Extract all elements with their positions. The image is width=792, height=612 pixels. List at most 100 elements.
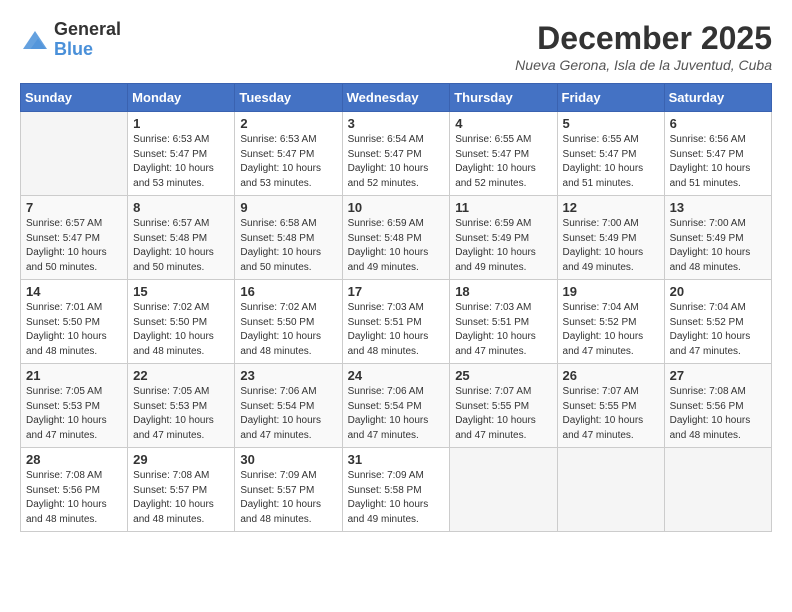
day-number: 7 xyxy=(26,200,122,215)
day-info: Sunrise: 7:03 AM Sunset: 5:51 PM Dayligh… xyxy=(348,301,445,359)
calendar-cell xyxy=(21,112,128,196)
calendar-cell: 13 Sunrise: 7:00 AM Sunset: 5:49 PM Dayli… xyxy=(664,196,771,280)
day-number: 3 xyxy=(348,116,445,131)
day-number: 22 xyxy=(133,368,229,383)
day-info: Sunrise: 7:02 AM Sunset: 5:50 PM Dayligh… xyxy=(133,301,229,359)
day-info: Sunrise: 6:55 AM Sunset: 5:47 PM Dayligh… xyxy=(455,133,551,191)
calendar-cell: 17 Sunrise: 7:03 AM Sunset: 5:51 PM Dayli… xyxy=(342,280,450,364)
day-info: Sunrise: 7:02 AM Sunset: 5:50 PM Dayligh… xyxy=(240,301,336,359)
day-number: 13 xyxy=(670,200,766,215)
weekday-monday: Monday xyxy=(128,84,235,112)
weekday-sunday: Sunday xyxy=(21,84,128,112)
day-info: Sunrise: 7:05 AM Sunset: 5:53 PM Dayligh… xyxy=(26,385,122,443)
location: Nueva Gerona, Isla de la Juventud, Cuba xyxy=(515,57,772,73)
calendar-cell: 14Sunrise: 7:01 AM Sunset: 5:50 PM Dayli… xyxy=(21,280,128,364)
day-number: 20 xyxy=(670,284,766,299)
week-row-4: 21 Sunrise: 7:05 AM Sunset: 5:53 PM Dayli… xyxy=(21,364,772,448)
week-row-2: 7 Sunrise: 6:57 AM Sunset: 5:47 PM Daylig… xyxy=(21,196,772,280)
calendar-cell: 24Sunrise: 7:06 AM Sunset: 5:54 PM Dayli… xyxy=(342,364,450,448)
day-info: Sunrise: 7:07 AM Sunset: 5:55 PM Dayligh… xyxy=(455,385,551,443)
weekday-tuesday: Tuesday xyxy=(235,84,342,112)
calendar-cell: 21 Sunrise: 7:05 AM Sunset: 5:53 PM Dayli… xyxy=(21,364,128,448)
weekday-saturday: Saturday xyxy=(664,84,771,112)
day-info: Sunrise: 7:08 AM Sunset: 5:57 PM Dayligh… xyxy=(133,469,229,527)
calendar-cell: 25 Sunrise: 7:07 AM Sunset: 5:55 PM Dayli… xyxy=(450,364,557,448)
calendar-table: SundayMondayTuesdayWednesdayThursdayFrid… xyxy=(20,83,772,532)
logo-icon xyxy=(20,25,50,55)
logo-blue: Blue xyxy=(54,40,121,60)
calendar-cell: 18 Sunrise: 7:03 AM Sunset: 5:51 PM Dayli… xyxy=(450,280,557,364)
day-info: Sunrise: 7:00 AM Sunset: 5:49 PM Dayligh… xyxy=(670,217,766,275)
day-info: Sunrise: 6:56 AM Sunset: 5:47 PM Dayligh… xyxy=(670,133,766,191)
day-number: 9 xyxy=(240,200,336,215)
calendar-cell: 2 Sunrise: 6:53 AM Sunset: 5:47 PM Daylig… xyxy=(235,112,342,196)
day-number: 10 xyxy=(348,200,445,215)
month-title: December 2025 xyxy=(515,20,772,57)
day-info: Sunrise: 6:58 AM Sunset: 5:48 PM Dayligh… xyxy=(240,217,336,275)
calendar-cell: 28 Sunrise: 7:08 AM Sunset: 5:56 PM Dayli… xyxy=(21,448,128,532)
calendar-cell: 10Sunrise: 6:59 AM Sunset: 5:48 PM Dayli… xyxy=(342,196,450,280)
weekday-wednesday: Wednesday xyxy=(342,84,450,112)
day-number: 5 xyxy=(563,116,659,131)
day-number: 31 xyxy=(348,452,445,467)
day-info: Sunrise: 6:57 AM Sunset: 5:47 PM Dayligh… xyxy=(26,217,122,275)
page-header: General Blue December 2025 Nueva Gerona,… xyxy=(20,20,772,73)
day-number: 2 xyxy=(240,116,336,131)
calendar-cell: 22 Sunrise: 7:05 AM Sunset: 5:53 PM Dayli… xyxy=(128,364,235,448)
day-info: Sunrise: 6:55 AM Sunset: 5:47 PM Dayligh… xyxy=(563,133,659,191)
calendar-cell xyxy=(664,448,771,532)
day-number: 28 xyxy=(26,452,122,467)
day-number: 16 xyxy=(240,284,336,299)
week-row-1: 1 Sunrise: 6:53 AM Sunset: 5:47 PM Daylig… xyxy=(21,112,772,196)
day-info: Sunrise: 6:59 AM Sunset: 5:49 PM Dayligh… xyxy=(455,217,551,275)
calendar-cell: 5 Sunrise: 6:55 AM Sunset: 5:47 PM Daylig… xyxy=(557,112,664,196)
day-info: Sunrise: 7:06 AM Sunset: 5:54 PM Dayligh… xyxy=(240,385,336,443)
day-info: Sunrise: 7:07 AM Sunset: 5:55 PM Dayligh… xyxy=(563,385,659,443)
calendar-cell xyxy=(450,448,557,532)
logo-text: General Blue xyxy=(54,20,121,60)
logo: General Blue xyxy=(20,20,121,60)
day-number: 21 xyxy=(26,368,122,383)
calendar-cell: 30 Sunrise: 7:09 AM Sunset: 5:57 PM Dayli… xyxy=(235,448,342,532)
calendar-cell: 31 Sunrise: 7:09 AM Sunset: 5:58 PM Dayli… xyxy=(342,448,450,532)
day-number: 15 xyxy=(133,284,229,299)
week-row-3: 14Sunrise: 7:01 AM Sunset: 5:50 PM Dayli… xyxy=(21,280,772,364)
calendar-cell: 23Sunrise: 7:06 AM Sunset: 5:54 PM Dayli… xyxy=(235,364,342,448)
logo-general: General xyxy=(54,20,121,40)
day-info: Sunrise: 6:53 AM Sunset: 5:47 PM Dayligh… xyxy=(133,133,229,191)
calendar-cell: 8Sunrise: 6:57 AM Sunset: 5:48 PM Daylig… xyxy=(128,196,235,280)
calendar-cell: 27 Sunrise: 7:08 AM Sunset: 5:56 PM Dayli… xyxy=(664,364,771,448)
day-number: 29 xyxy=(133,452,229,467)
calendar-cell: 15 Sunrise: 7:02 AM Sunset: 5:50 PM Dayli… xyxy=(128,280,235,364)
calendar-cell: 26 Sunrise: 7:07 AM Sunset: 5:55 PM Dayli… xyxy=(557,364,664,448)
day-info: Sunrise: 7:06 AM Sunset: 5:54 PM Dayligh… xyxy=(348,385,445,443)
day-number: 14 xyxy=(26,284,122,299)
calendar-cell: 19Sunrise: 7:04 AM Sunset: 5:52 PM Dayli… xyxy=(557,280,664,364)
day-info: Sunrise: 7:09 AM Sunset: 5:57 PM Dayligh… xyxy=(240,469,336,527)
day-number: 26 xyxy=(563,368,659,383)
day-number: 11 xyxy=(455,200,551,215)
day-number: 17 xyxy=(348,284,445,299)
day-number: 18 xyxy=(455,284,551,299)
day-info: Sunrise: 7:05 AM Sunset: 5:53 PM Dayligh… xyxy=(133,385,229,443)
day-number: 25 xyxy=(455,368,551,383)
day-number: 8 xyxy=(133,200,229,215)
day-info: Sunrise: 6:53 AM Sunset: 5:47 PM Dayligh… xyxy=(240,133,336,191)
day-number: 4 xyxy=(455,116,551,131)
day-info: Sunrise: 7:09 AM Sunset: 5:58 PM Dayligh… xyxy=(348,469,445,527)
day-info: Sunrise: 7:04 AM Sunset: 5:52 PM Dayligh… xyxy=(563,301,659,359)
calendar-cell: 7 Sunrise: 6:57 AM Sunset: 5:47 PM Daylig… xyxy=(21,196,128,280)
title-block: December 2025 Nueva Gerona, Isla de la J… xyxy=(515,20,772,73)
day-number: 27 xyxy=(670,368,766,383)
calendar-cell xyxy=(557,448,664,532)
day-info: Sunrise: 7:08 AM Sunset: 5:56 PM Dayligh… xyxy=(670,385,766,443)
weekday-thursday: Thursday xyxy=(450,84,557,112)
day-info: Sunrise: 7:03 AM Sunset: 5:51 PM Dayligh… xyxy=(455,301,551,359)
day-info: Sunrise: 7:04 AM Sunset: 5:52 PM Dayligh… xyxy=(670,301,766,359)
day-number: 30 xyxy=(240,452,336,467)
weekday-friday: Friday xyxy=(557,84,664,112)
day-number: 1 xyxy=(133,116,229,131)
day-info: Sunrise: 7:08 AM Sunset: 5:56 PM Dayligh… xyxy=(26,469,122,527)
calendar-cell: 4 Sunrise: 6:55 AM Sunset: 5:47 PM Daylig… xyxy=(450,112,557,196)
weekday-header-row: SundayMondayTuesdayWednesdayThursdayFrid… xyxy=(21,84,772,112)
